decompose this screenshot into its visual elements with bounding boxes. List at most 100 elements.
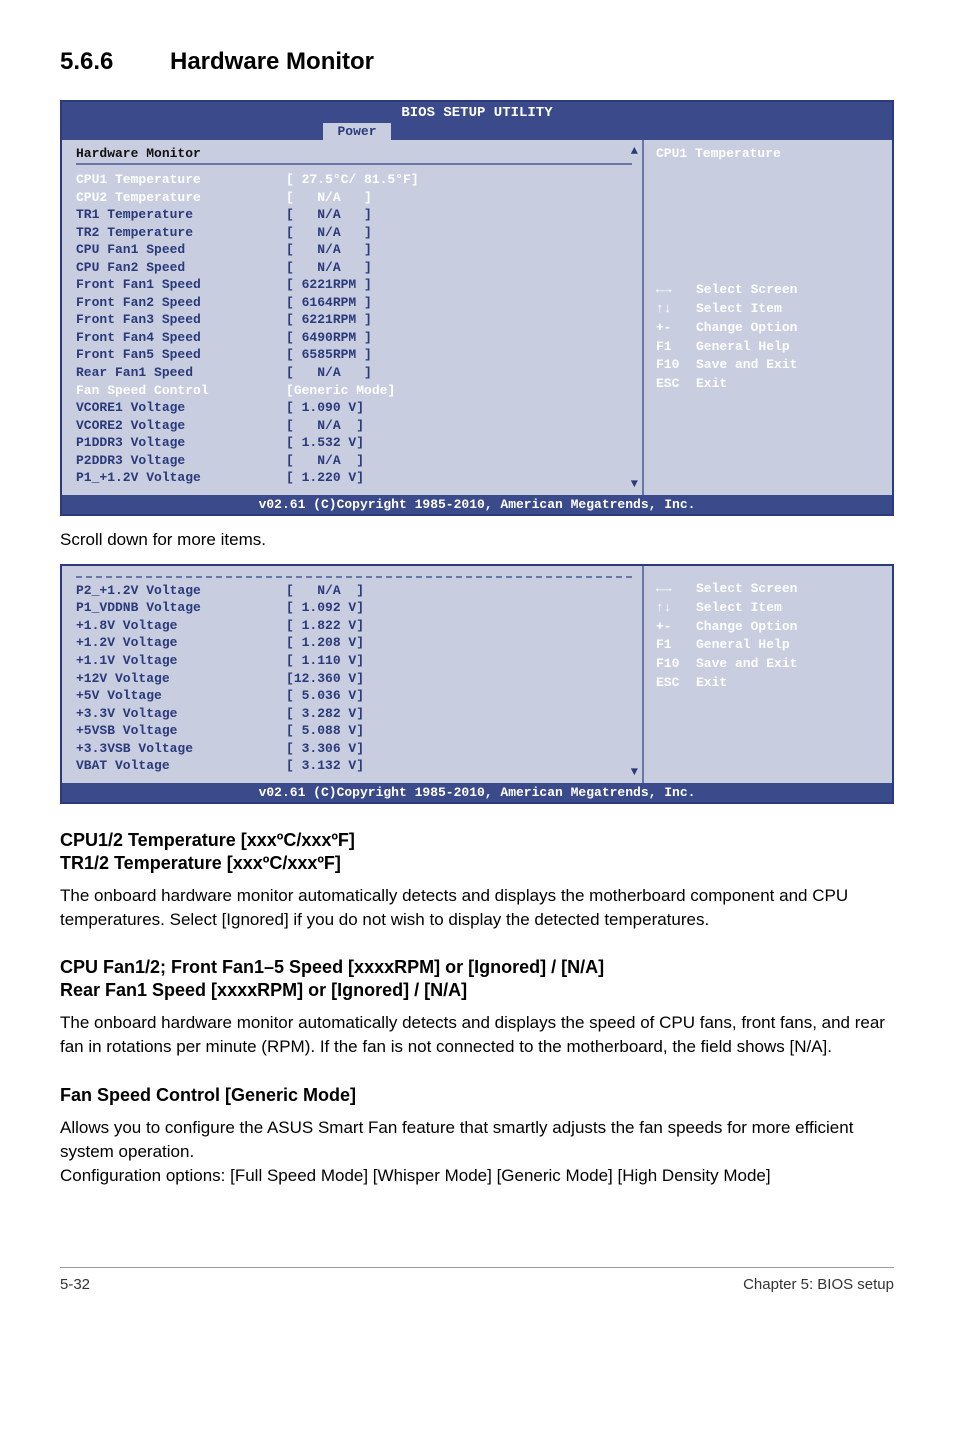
bracket: ] (364, 224, 372, 242)
bios-row[interactable]: P1DDR3 Voltage[ 1.532 V] (76, 434, 632, 452)
bios-row[interactable]: VCORE2 Voltage[ N/A ] (76, 417, 632, 435)
bios-footer-2: v02.61 (C)Copyright 1985-2010, American … (62, 783, 892, 802)
bios-row[interactable]: Front Fan2 Speed[ 6164RPM ] (76, 294, 632, 312)
bios-row[interactable]: P2_+1.2V Voltage[ N/A ] (76, 582, 632, 600)
bios-row-value: 1.110 V (294, 652, 356, 670)
bios-row[interactable]: TR1 Temperature[ N/A ] (76, 206, 632, 224)
bios-row-value: N/A (294, 224, 364, 242)
bios-row-value: 5.036 V (294, 687, 356, 705)
help-key: ESC (656, 375, 696, 394)
bios-row[interactable]: Front Fan3 Speed[ 6221RPM ] (76, 311, 632, 329)
bios-row[interactable]: TR2 Temperature[ N/A ] (76, 224, 632, 242)
bracket: [ (286, 329, 294, 347)
bracket: [ (286, 740, 294, 758)
bracket: ] (364, 189, 372, 207)
bios-row[interactable]: Front Fan5 Speed[ 6585RPM ] (76, 346, 632, 364)
help-key: ←→ (656, 281, 696, 300)
bracket: [ (286, 599, 294, 617)
bracket: ] (364, 311, 372, 329)
bios-row[interactable]: P1_+1.2V Voltage[ 1.220 V] (76, 469, 632, 487)
bracket: [ (286, 652, 294, 670)
help-desc: Exit (696, 674, 727, 693)
bios-title: BIOS SETUP UTILITY (401, 105, 552, 121)
bios-row[interactable]: Front Fan4 Speed[ 6490RPM ] (76, 329, 632, 347)
bios-row-label: Front Fan5 Speed (76, 346, 286, 364)
bios-row[interactable]: P2DDR3 Voltage[ N/A ] (76, 452, 632, 470)
bios-titlebar: BIOS SETUP UTILITY Power (62, 102, 892, 140)
bracket: ] (356, 582, 364, 600)
bracket: ] (356, 599, 364, 617)
chapter-label: Chapter 5: BIOS setup (743, 1276, 894, 1293)
bracket: [ (286, 276, 294, 294)
bracket: ] (364, 241, 372, 259)
body-text: Allows you to configure the ASUS Smart F… (60, 1116, 894, 1164)
bracket: [ (286, 171, 294, 189)
bios-row[interactable]: Fan Speed Control[Generic Mode] (76, 382, 632, 400)
bios-row[interactable]: Front Fan1 Speed[ 6221RPM ] (76, 276, 632, 294)
bracket: [ (286, 687, 294, 705)
bios-row[interactable]: +1.1V Voltage[ 1.110 V] (76, 652, 632, 670)
bios-row-value: 1.090 V (294, 399, 356, 417)
bios-row[interactable]: CPU2 Temperature[ N/A ] (76, 189, 632, 207)
bios-row-label: Rear Fan1 Speed (76, 364, 286, 382)
bios-row[interactable]: CPU Fan1 Speed[ N/A ] (76, 241, 632, 259)
bios-row-value: 3.132 V (294, 757, 356, 775)
help-key: +- (656, 618, 696, 637)
bracket: [ (286, 346, 294, 364)
bios-row[interactable]: +12V Voltage[12.360 V] (76, 670, 632, 688)
body-text: The onboard hardware monitor automatical… (60, 884, 894, 932)
bios-row[interactable]: +5V Voltage[ 5.036 V] (76, 687, 632, 705)
bios-row[interactable]: P1_VDDNB Voltage[ 1.092 V] (76, 599, 632, 617)
help-key-row: F10Save and Exit (656, 655, 882, 674)
bios-row[interactable]: CPU Fan2 Speed[ N/A ] (76, 259, 632, 277)
bios-row-value: 6164RPM (294, 294, 364, 312)
help-desc: Change Option (696, 618, 797, 637)
bios-row-value: 5.088 V (294, 722, 356, 740)
bios-row[interactable]: Rear Fan1 Speed[ N/A ] (76, 364, 632, 382)
bios-row[interactable]: +1.2V Voltage[ 1.208 V] (76, 634, 632, 652)
bios-row-value: 6221RPM (294, 276, 364, 294)
page-number: 5-32 (60, 1276, 90, 1293)
scroll-down-icon[interactable]: ▼ (631, 477, 638, 491)
bracket: [ (286, 189, 294, 207)
bios-row-value: 12.360 V (294, 670, 356, 688)
bios-row[interactable]: +3.3VSB Voltage[ 3.306 V] (76, 740, 632, 758)
help-key-row: F10Save and Exit (656, 356, 882, 375)
bios-footer: v02.61 (C)Copyright 1985-2010, American … (62, 495, 892, 514)
help-key: +- (656, 319, 696, 338)
bracket: [ (286, 705, 294, 723)
bios-row-label: +1.2V Voltage (76, 634, 286, 652)
bios-row-label: Front Fan3 Speed (76, 311, 286, 329)
bios-row-label: Fan Speed Control (76, 382, 286, 400)
bracket: ] (364, 206, 372, 224)
scroll-down-icon[interactable]: ▼ (631, 765, 638, 779)
bios-row[interactable]: VCORE1 Voltage[ 1.090 V] (76, 399, 632, 417)
bios-row-label: VCORE2 Voltage (76, 417, 286, 435)
help-key-row: +-Change Option (656, 319, 882, 338)
help-desc: Change Option (696, 319, 797, 338)
bios-row[interactable]: +3.3V Voltage[ 3.282 V] (76, 705, 632, 723)
scroll-up-icon[interactable]: ▲ (631, 144, 638, 158)
bios-row[interactable]: VBAT Voltage[ 3.132 V] (76, 757, 632, 775)
help-key: ←→ (656, 580, 696, 599)
bracket: ] (411, 171, 419, 189)
bios-row-value: N/A (294, 417, 356, 435)
bios-row-value: N/A (294, 189, 364, 207)
bios-row-label: +3.3VSB Voltage (76, 740, 286, 758)
help-key: F10 (656, 655, 696, 674)
bios-row[interactable]: +5VSB Voltage[ 5.088 V] (76, 722, 632, 740)
bios-row[interactable]: +1.8V Voltage[ 1.822 V] (76, 617, 632, 635)
bios-row-label: Front Fan2 Speed (76, 294, 286, 312)
bios-row-label: +5V Voltage (76, 687, 286, 705)
bios-row[interactable]: CPU1 Temperature[ 27.5°C/ 81.5°F] (76, 171, 632, 189)
bracket: ] (364, 276, 372, 294)
bracket: [ (286, 634, 294, 652)
bios-row-value: N/A (294, 364, 364, 382)
bios-row-label: Front Fan4 Speed (76, 329, 286, 347)
bios-row-label: P1_+1.2V Voltage (76, 469, 286, 487)
bios-tab-power[interactable]: Power (323, 123, 390, 140)
bios-row-value: 1.532 V (294, 434, 356, 452)
help-key-row: ←→Select Screen (656, 580, 882, 599)
bracket: ] (356, 417, 364, 435)
bios-row-label: +5VSB Voltage (76, 722, 286, 740)
